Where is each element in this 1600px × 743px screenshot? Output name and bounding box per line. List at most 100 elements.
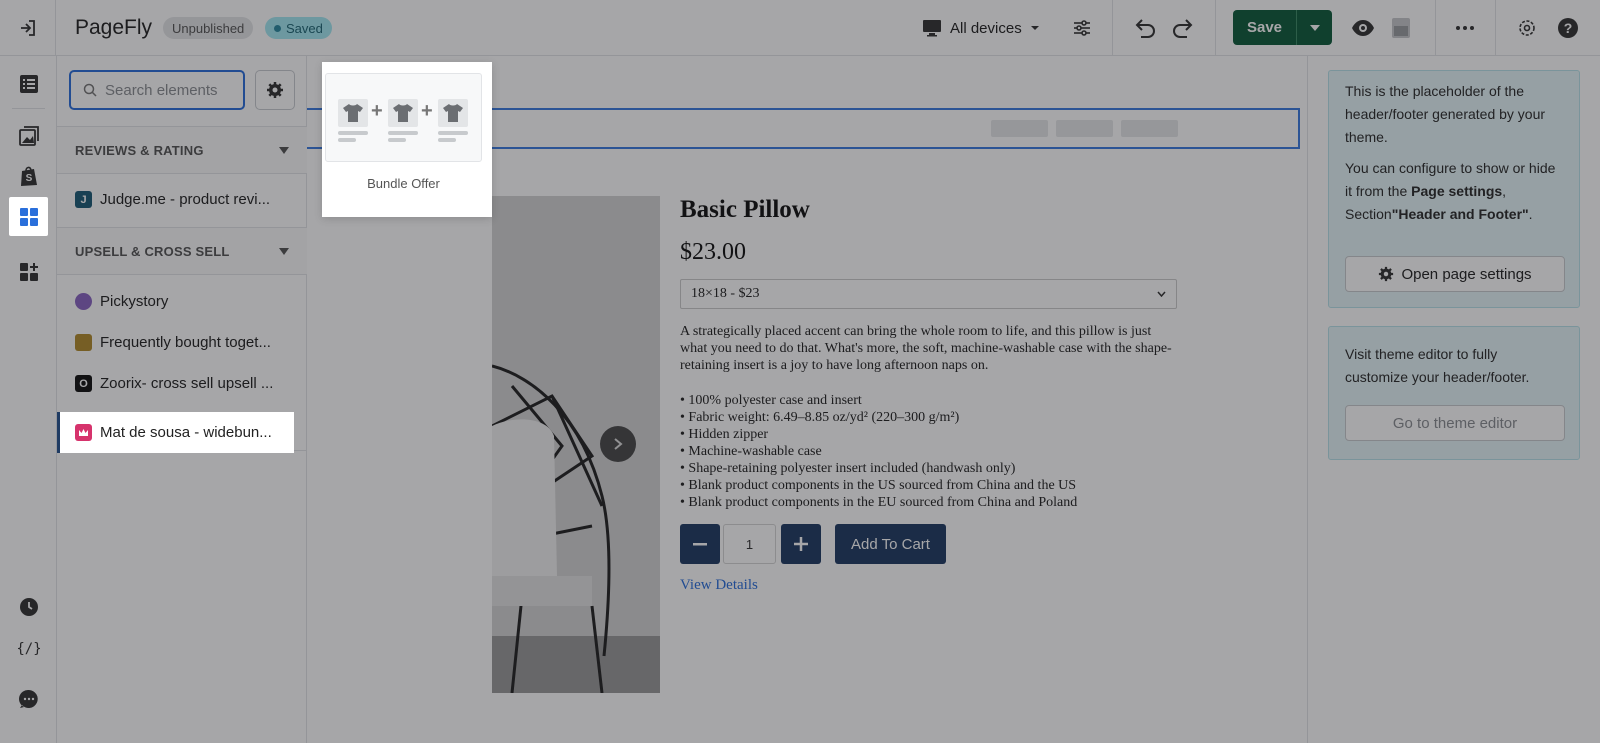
redo-button[interactable] <box>1168 13 1198 43</box>
go-to-theme-editor-button[interactable]: Go to theme editor <box>1345 405 1565 441</box>
saved-label: Saved <box>286 20 323 36</box>
feature-item: • Blank product components in the EU sou… <box>680 495 1078 510</box>
tshirt-icon <box>438 99 468 127</box>
exit-button[interactable] <box>0 0 56 56</box>
list-item-label: Pickystory <box>100 293 169 310</box>
tshirt-icon <box>338 99 368 127</box>
bundle-offer-popover[interactable]: + + Bundle Offer <box>322 62 492 217</box>
rail-chat-button[interactable] <box>9 679 48 718</box>
rail-media-button[interactable] <box>9 116 48 155</box>
feature-item: • Machine-washable case <box>680 444 822 459</box>
add-to-cart-button[interactable]: Add To Cart <box>835 524 946 564</box>
info-text: Visit theme editor to fully customize yo… <box>1345 346 1530 385</box>
exit-icon <box>20 20 35 36</box>
status-badge-unpublished: Unpublished <box>163 17 254 39</box>
clock-icon <box>19 597 38 616</box>
placeholder-nav-block <box>991 120 1048 137</box>
info-text-settings: You can configure to show or hide it fro… <box>1345 157 1563 226</box>
chat-icon <box>18 689 38 708</box>
quantity-increase-button[interactable] <box>781 524 821 564</box>
variant-select-value: 18×18 - $23 <box>691 286 760 301</box>
rail-history-button[interactable] <box>9 587 48 626</box>
help-icon: ? <box>1558 18 1578 38</box>
panel-settings-button[interactable] <box>255 70 295 110</box>
minus-icon <box>693 542 707 545</box>
placeholder-line <box>388 131 418 135</box>
placeholder-line <box>338 138 356 142</box>
left-icon-rail: S {/} <box>0 56 57 743</box>
list-item-frequently-bought[interactable]: Frequently bought toget... <box>57 322 307 363</box>
variant-select[interactable]: 18×18 - $23 <box>680 279 1177 309</box>
section-reviews-rating[interactable]: REVIEWS & RATING <box>57 126 307 174</box>
feature-item: • Hidden zipper <box>680 427 769 442</box>
svg-text:{/}: {/} <box>18 641 40 657</box>
save-options-button[interactable] <box>1296 10 1332 45</box>
bundle-offer-label: Bundle Offer <box>367 176 440 191</box>
settings-button[interactable] <box>1512 13 1542 43</box>
pickystory-icon <box>75 293 92 310</box>
list-item-label: Frequently bought toget... <box>100 334 271 351</box>
rail-shopify-button[interactable]: S <box>9 156 48 195</box>
tshirt-icon <box>388 99 418 127</box>
quantity-input[interactable]: 1 <box>723 524 776 564</box>
rail-sections-button[interactable] <box>9 64 48 103</box>
list-item-zoorix[interactable]: O Zoorix- cross sell upsell ... <box>57 363 307 404</box>
preview-button[interactable] <box>1348 13 1378 43</box>
code-braces-icon: {/} <box>18 641 40 657</box>
more-icon <box>1456 26 1474 30</box>
grid-plus-icon <box>19 262 38 281</box>
list-item-widebundle-highlight[interactable]: Mat de sousa - widebun... <box>57 412 294 453</box>
svg-text:?: ? <box>1564 20 1573 36</box>
search-input[interactable]: Search elements <box>105 82 218 99</box>
product-title: Basic Pillow <box>680 196 810 223</box>
plus-icon: + <box>371 100 383 122</box>
list-item-label: Zoorix- cross sell upsell ... <box>100 375 274 392</box>
svg-text:S: S <box>25 173 32 184</box>
more-button[interactable] <box>1450 13 1480 43</box>
judgeme-icon: J <box>75 191 92 208</box>
eye-icon <box>1352 20 1374 36</box>
grid-icon <box>19 207 38 226</box>
list-icon <box>19 74 38 93</box>
undo-button[interactable] <box>1130 13 1160 43</box>
image-next-button[interactable] <box>600 426 636 462</box>
list-item-judgeme[interactable]: J Judge.me - product revi... <box>57 179 307 220</box>
elements-panel: Search elements REVIEWS & RATING J Judge… <box>57 56 307 743</box>
page-settings-button[interactable] <box>1067 13 1097 43</box>
open-page-settings-button[interactable]: Open page settings <box>1345 256 1565 292</box>
feature-item: • Fabric weight: 6.49–8.85 oz/yd² (220–3… <box>680 410 960 425</box>
publish-preview-button[interactable] <box>1386 13 1416 43</box>
caret-down-icon <box>279 146 289 154</box>
quantity-decrease-button[interactable] <box>680 524 720 564</box>
search-icon <box>83 83 97 97</box>
view-details-link[interactable]: View Details <box>680 577 758 594</box>
caret-down-icon <box>1309 24 1320 31</box>
save-button[interactable]: Save <box>1233 10 1296 45</box>
page-preview-icon <box>1392 18 1410 38</box>
device-selector[interactable]: All devices <box>922 14 1040 42</box>
rail-add-apps-button[interactable] <box>9 252 48 291</box>
placeholder-line <box>438 131 468 135</box>
rail-elements-highlight[interactable] <box>9 197 48 236</box>
placeholder-line <box>338 131 368 135</box>
shopify-bag-icon: S <box>20 166 37 186</box>
section-upsell-cross-sell[interactable]: UPSELL & CROSS SELL <box>57 227 307 275</box>
top-toolbar: PageFly Unpublished Saved All devices Sa… <box>0 0 1600 56</box>
product-price: $23.00 <box>680 239 746 265</box>
sliders-icon <box>1074 20 1090 36</box>
divider <box>1435 0 1436 56</box>
list-item-label: Judge.me - product revi... <box>100 191 271 208</box>
bundle-offer-thumbnail: + + <box>325 73 482 162</box>
status-badge-saved: Saved <box>265 17 332 39</box>
placeholder-nav-block <box>1056 120 1113 137</box>
divider <box>1215 0 1216 56</box>
help-button[interactable]: ? <box>1553 13 1583 43</box>
search-box[interactable]: Search elements <box>69 70 245 110</box>
divider <box>12 108 45 109</box>
open-page-settings-label: Open page settings <box>1401 265 1532 283</box>
app-logo: PageFly <box>75 16 153 39</box>
theme-editor-info-card: Visit theme editor to fully customize yo… <box>1328 326 1580 460</box>
list-item-pickystory[interactable]: Pickystory <box>57 281 307 322</box>
feature-item: • 100% polyester case and insert <box>680 393 862 408</box>
rail-code-button[interactable]: {/} <box>9 628 48 667</box>
